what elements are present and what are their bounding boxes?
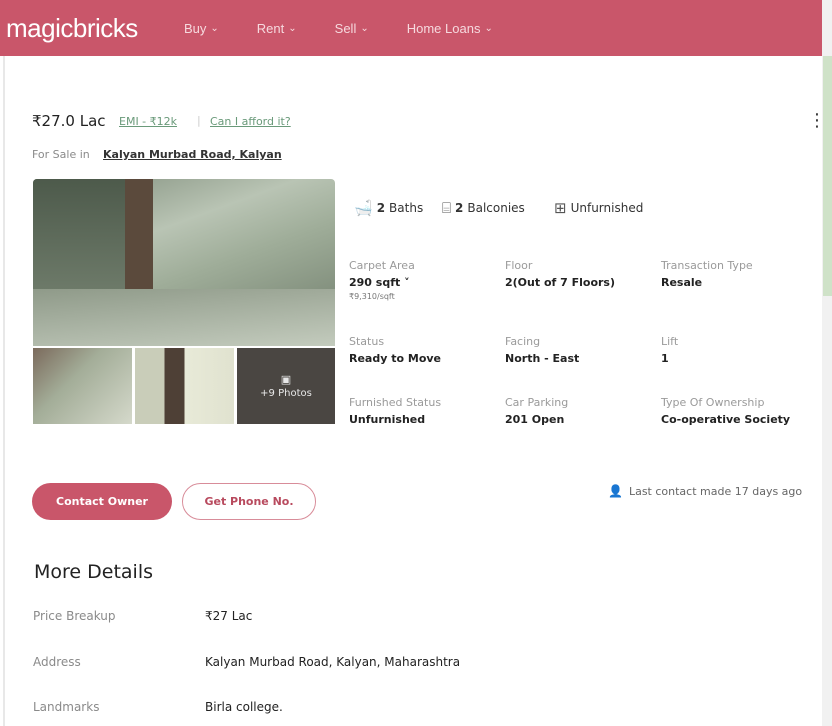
listing-price: ₹27.0 Lac (32, 112, 106, 130)
nav-buy-label: Buy (184, 20, 207, 36)
amenity-furnishing: ⊞ Unfurnished (554, 199, 643, 217)
nav-buy[interactable]: Buy ⌄ (184, 21, 219, 36)
spec-carpet-area: Carpet Area 290 sqft ˅ ₹9,310/sqft (349, 259, 415, 301)
user-icon: 👤 (608, 484, 623, 498)
spec-label: Furnished Status (349, 396, 442, 409)
for-sale-label: For Sale in (32, 148, 90, 161)
spec-floor: Floor 2(Out of 7 Floors) (505, 259, 615, 289)
nav-home-loans[interactable]: Home Loans ⌄ (407, 21, 493, 36)
spec-status: Status Ready to Move (349, 335, 441, 365)
chevron-down-icon: ⌄ (484, 22, 493, 34)
detail-value-price-breakup: ₹27 Lac (205, 609, 253, 623)
chevron-down-icon: ˅ (404, 276, 410, 289)
spec-label: Facing (505, 335, 541, 348)
image-icon: ▣ (280, 373, 292, 386)
more-photos-label: +9 Photos (260, 388, 312, 399)
baths-label: Baths (389, 201, 424, 215)
spec-label: Car Parking (505, 396, 569, 409)
spec-ownership: Type Of Ownership Co-operative Society (661, 396, 790, 426)
last-contact-info: 👤 Last contact made 17 days ago (608, 484, 802, 498)
afford-link[interactable]: Can I afford it? (210, 115, 291, 128)
emi-link[interactable]: EMI - ₹12k (119, 115, 177, 128)
more-photos-thumbnail[interactable]: ▣ +9 Photos (237, 348, 335, 424)
spec-value: Co-operative Society (661, 413, 791, 426)
detail-label-address: Address (33, 655, 81, 669)
photo-thumbnail[interactable] (135, 348, 234, 424)
spec-facing: Facing North - East (505, 335, 579, 365)
spec-value: 2(Out of 7 Floors) (505, 276, 616, 289)
balcony-icon: ⌸ (442, 199, 452, 217)
spec-value: North - East (505, 352, 580, 365)
photo-door (125, 179, 153, 299)
nav-rent-label: Rent (256, 20, 285, 36)
spec-label: Type Of Ownership (661, 396, 765, 409)
spec-value: 201 Open (505, 413, 565, 426)
spec-car-parking: Car Parking 201 Open (505, 396, 568, 426)
chevron-down-icon: ⌄ (288, 22, 297, 34)
spec-furnished-status: Furnished Status Unfurnished (349, 396, 441, 426)
last-contact-text: Last contact made 17 days ago (628, 484, 803, 498)
spec-label: Carpet Area (349, 259, 415, 272)
spec-value: Unfurnished (349, 413, 426, 426)
spec-transaction-type: Transaction Type Resale (661, 259, 753, 289)
detail-label-price-breakup: Price Breakup (33, 609, 116, 623)
detail-label-landmarks: Landmarks (33, 700, 100, 714)
spec-label: Lift (661, 335, 679, 348)
divider (3, 56, 5, 726)
get-phone-button[interactable]: Get Phone No. (182, 483, 316, 520)
more-options-icon[interactable]: ⋮ (808, 110, 826, 131)
balconies-label: Balconies (467, 201, 525, 215)
photo-floor (33, 289, 335, 346)
spec-subvalue: ₹9,310/sqft (349, 292, 395, 301)
spec-label: Transaction Type (661, 259, 753, 272)
more-details-heading: More Details (34, 561, 154, 583)
detail-value-address: Kalyan Murbad Road, Kalyan, Maharashtra (205, 655, 461, 669)
scrollbar-thumb[interactable] (823, 56, 832, 296)
window-icon: ⊞ (554, 199, 567, 217)
amenity-balconies: ⌸ 2 Balconies (442, 199, 525, 217)
balconies-count: 2 (455, 201, 464, 215)
nav-sell[interactable]: Sell ⌄ (335, 21, 369, 36)
nav-rent[interactable]: Rent ⌄ (257, 21, 297, 36)
baths-count: 2 (376, 201, 386, 215)
spec-value: Ready to Move (349, 352, 442, 365)
nav-sell-label: Sell (334, 20, 357, 36)
top-nav-bar: magicbricks Buy ⌄ Rent ⌄ Sell ⌄ Home Loa… (0, 0, 822, 56)
spec-value[interactable]: 290 sqft ˅ (349, 276, 415, 289)
site-logo[interactable]: magicbricks (6, 13, 184, 44)
spec-label: Status (349, 335, 385, 348)
nav-home-loans-label: Home Loans (406, 20, 481, 36)
main-photo[interactable] (33, 179, 335, 346)
spec-value: 1 (661, 352, 669, 365)
spec-label: Floor (505, 259, 533, 272)
chevron-down-icon: ⌄ (360, 22, 369, 34)
spec-lift: Lift 1 (661, 335, 678, 365)
contact-owner-button[interactable]: Contact Owner (32, 483, 172, 520)
furnishing-label: Unfurnished (570, 201, 644, 215)
detail-value-landmarks: Birla college. (205, 700, 283, 714)
location-link[interactable]: Kalyan Murbad Road, Kalyan (103, 148, 282, 161)
bathtub-icon: 🛁 (354, 199, 373, 217)
spec-value: Resale (661, 276, 703, 289)
photo-thumbnail[interactable] (33, 348, 132, 424)
separator: | (197, 114, 201, 127)
amenity-baths: 🛁 2 Baths (354, 199, 423, 217)
chevron-down-icon: ⌄ (210, 22, 219, 34)
